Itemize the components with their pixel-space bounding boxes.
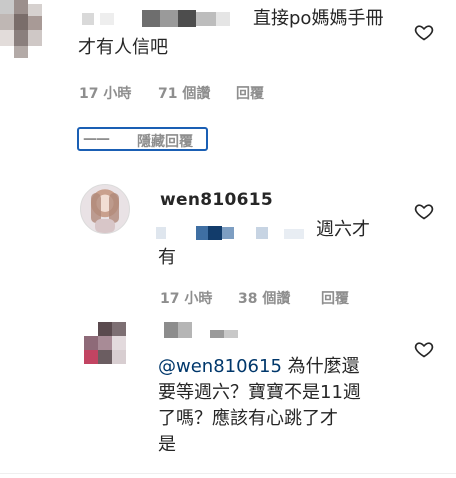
like-heart-icon[interactable]	[414, 22, 434, 42]
avatar[interactable]	[84, 322, 128, 370]
avatar[interactable]	[0, 0, 44, 60]
comment-likes[interactable]: 71 個讚	[158, 83, 210, 103]
like-heart-icon[interactable]	[414, 339, 434, 359]
mention-link[interactable]: @wen810615	[158, 356, 282, 377]
reply-button[interactable]: 回覆	[236, 83, 264, 103]
comment-text-line1: 直接po媽媽手冊	[253, 8, 384, 29]
blurred-username[interactable]	[82, 10, 247, 28]
comment-text-rest: 為什麼還	[281, 356, 360, 377]
avatar[interactable]	[80, 184, 130, 234]
comment-text-line1: 週六才	[316, 219, 370, 240]
username[interactable]: wen810615	[160, 190, 273, 210]
like-heart-icon[interactable]	[414, 201, 434, 221]
bottom-divider	[0, 473, 456, 474]
comment-time: 17 小時	[160, 291, 213, 307]
reply-button[interactable]: 回覆	[321, 288, 349, 308]
hide-replies-button[interactable]: —— 隱藏回覆	[77, 127, 208, 151]
comment-text-line2: 才有人信吧	[78, 37, 168, 58]
comment-text-line2: 有	[158, 247, 176, 268]
comment-likes[interactable]: 38 個讚	[238, 288, 290, 308]
blurred-username[interactable]	[164, 322, 244, 340]
comment-text-line1: @wen810615 為什麼還	[158, 354, 360, 380]
blurred-mention[interactable]	[156, 225, 306, 241]
comment-text-line3: 了嗎？應該有心跳了才	[158, 408, 338, 429]
hide-replies-label: 隱藏回覆	[137, 134, 193, 150]
comment-text-line4: 是	[158, 434, 176, 455]
comment-text-line2: 要等週六？寶寶不是11週	[158, 382, 361, 403]
comment-time: 17 小時	[79, 86, 132, 102]
hide-replies-dash: ——	[83, 131, 110, 147]
